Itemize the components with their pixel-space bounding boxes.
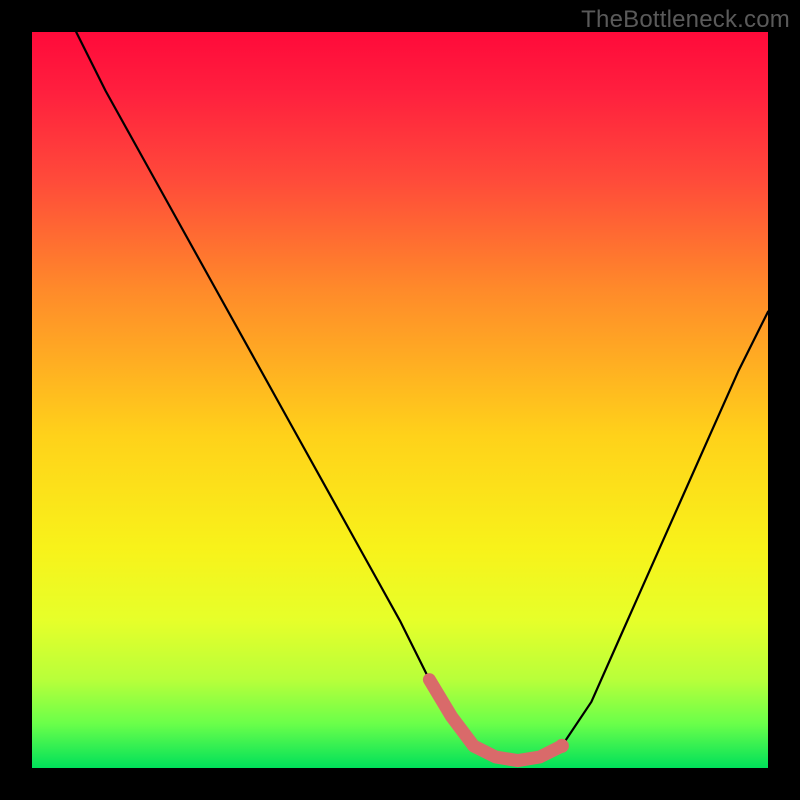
bottleneck-curve [76,32,768,761]
curve-layer [32,32,768,768]
valley-highlight [429,680,562,761]
watermark-text: TheBottleneck.com [581,6,790,34]
valley-end-dot [555,739,569,753]
chart-frame: TheBottleneck.com [0,0,800,800]
